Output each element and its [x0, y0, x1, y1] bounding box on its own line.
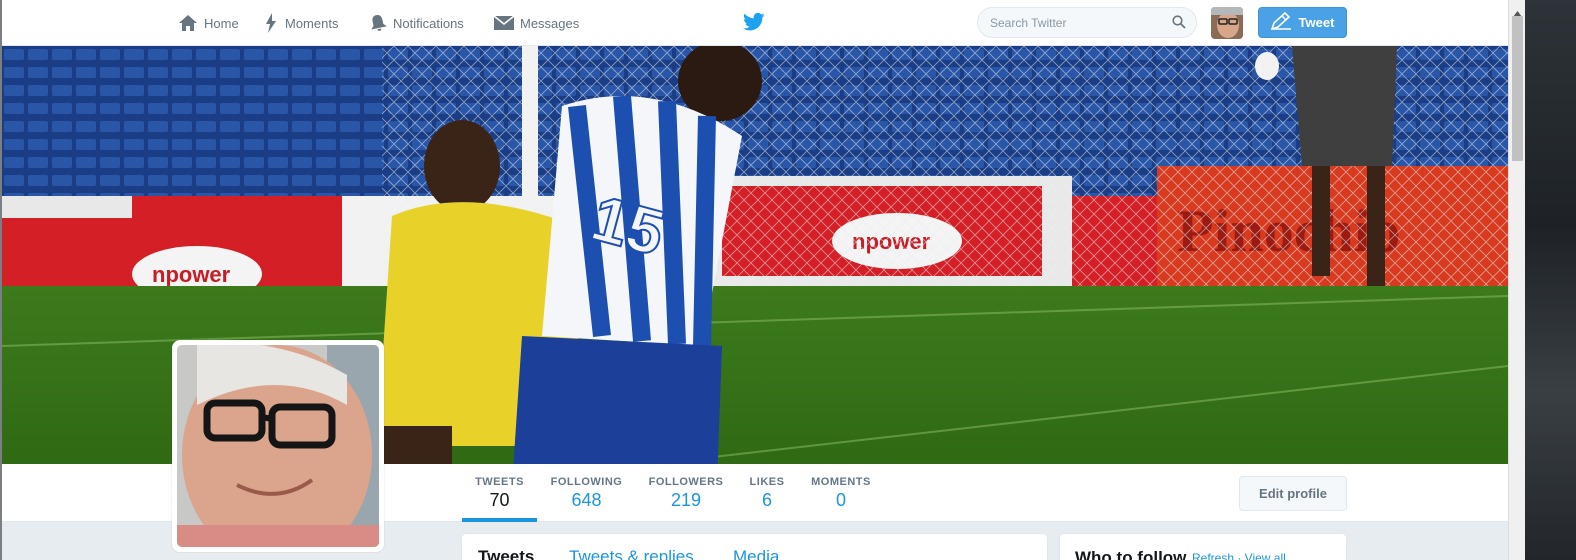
stat-likes-value: 6 — [761, 490, 772, 510]
desktop-background — [1525, 0, 1576, 560]
who-to-follow-links[interactable]: Refresh · View all — [1192, 551, 1286, 560]
stat-tweets[interactable]: TWEETS 70 — [462, 464, 537, 522]
top-navigation: Home Moments Notifications Messages Sear… — [0, 0, 1508, 46]
profile-avatar[interactable] — [172, 340, 384, 552]
search-input[interactable] — [978, 8, 1168, 37]
tab-tweets-replies[interactable]: Tweets & replies — [569, 547, 694, 560]
who-to-follow-panel: Who to follow Refresh · View all — [1059, 533, 1347, 560]
stat-moments[interactable]: MOMENTS 0 — [808, 464, 874, 522]
compose-icon — [1270, 11, 1293, 33]
stat-followers-value: 219 — [670, 490, 702, 510]
nav-notifications-label: Notifications — [393, 15, 464, 31]
nav-moments-label: Moments — [285, 15, 339, 31]
stat-following-value: 648 — [571, 490, 602, 510]
browser-viewport: Home Moments Notifications Messages Sear… — [0, 0, 1508, 560]
who-to-follow-title: Who to follow — [1075, 548, 1187, 560]
stat-likes-label: LIKES — [749, 476, 785, 488]
search-icon[interactable] — [1172, 15, 1186, 34]
scrollbar-thumb[interactable] — [1512, 16, 1523, 161]
stat-followers[interactable]: FOLLOWERS 219 — [647, 464, 725, 522]
stat-followers-label: FOLLOWERS — [648, 476, 724, 488]
svg-text:npower: npower — [152, 262, 231, 287]
stat-following[interactable]: FOLLOWING 648 — [549, 464, 624, 522]
nav-home-label: Home — [204, 15, 239, 31]
home-icon — [178, 14, 198, 32]
lightning-icon — [265, 13, 277, 33]
tweets-timeline-panel: Tweets Tweets & replies Media — [461, 533, 1048, 560]
nav-notifications[interactable]: Notifications — [369, 0, 464, 46]
tab-media[interactable]: Media — [733, 547, 779, 560]
stat-following-label: FOLLOWING — [550, 476, 623, 488]
search-box[interactable] — [977, 7, 1197, 38]
stat-likes[interactable]: LIKES 6 — [745, 464, 789, 522]
tweet-button[interactable]: Tweet — [1258, 7, 1347, 38]
vertical-scrollbar[interactable] — [1508, 0, 1525, 560]
nav-messages[interactable]: Messages — [494, 0, 579, 46]
tweet-button-label: Tweet — [1298, 15, 1335, 30]
nav-messages-label: Messages — [520, 15, 580, 31]
stat-tweets-value: 70 — [489, 490, 510, 510]
envelope-icon — [494, 15, 514, 31]
tab-tweets[interactable]: Tweets — [478, 547, 534, 560]
window-edge — [0, 0, 2, 560]
edit-profile-button[interactable]: Edit profile — [1239, 476, 1347, 511]
twitter-bird-icon[interactable] — [743, 12, 765, 37]
nav-moments[interactable]: Moments — [265, 0, 338, 46]
nav-home[interactable]: Home — [178, 0, 239, 46]
bell-icon — [369, 14, 387, 32]
stat-tweets-label: TWEETS — [475, 476, 524, 488]
stat-moments-label: MOMENTS — [811, 476, 871, 488]
profile-avatar-image — [177, 345, 379, 547]
stat-moments-value: 0 — [835, 490, 846, 510]
nav-avatar[interactable] — [1211, 7, 1243, 39]
